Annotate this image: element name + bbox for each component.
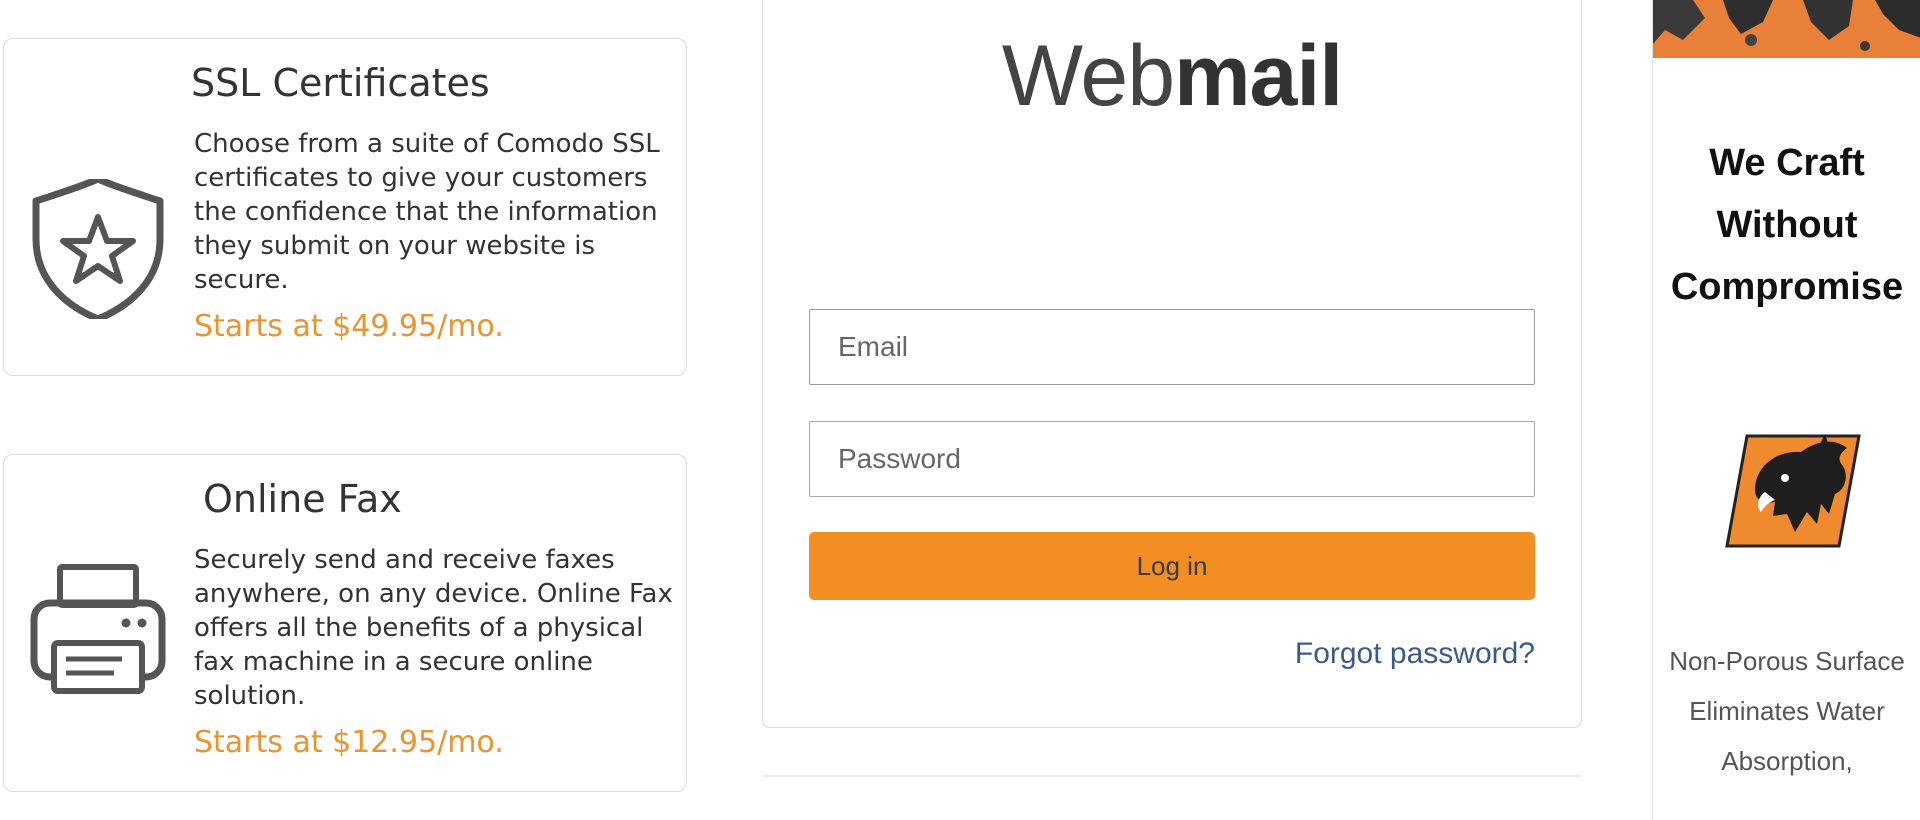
ad-banner-image	[1653, 0, 1920, 58]
login-panel: Webmail Log in Forgot password?	[762, 0, 1582, 728]
boar-icon	[1725, 434, 1861, 548]
card-title: SSL Certificates	[191, 61, 490, 105]
ad-body-text: Non-Porous Surface Eliminates Water Abso…	[1669, 646, 1905, 776]
card-price: Starts at $49.95/mo.	[194, 309, 504, 344]
forgot-password-link[interactable]: Forgot password?	[1295, 637, 1535, 671]
product-card-fax: Online Fax Securely send and receive fax…	[3, 454, 687, 792]
printer-icon	[30, 564, 166, 694]
email-field[interactable]	[809, 309, 1535, 385]
divider	[762, 775, 1582, 777]
password-field[interactable]	[809, 421, 1535, 497]
login-button[interactable]: Log in	[809, 532, 1535, 600]
advertisement[interactable]: We Craft Without Compromise Non-Porous S…	[1652, 0, 1920, 820]
webmail-title-bold: mail	[1174, 28, 1343, 124]
shield-star-icon	[32, 179, 164, 319]
webmail-title-light: Web	[1001, 28, 1175, 124]
ad-headline: We Craft Without Compromise	[1670, 142, 1904, 308]
card-price: Starts at $12.95/mo.	[194, 725, 504, 760]
card-title: Online Fax	[203, 477, 402, 521]
card-description: Choose from a suite of Comodo SSL certif…	[194, 129, 660, 295]
product-card-ssl: SSL Certificates Choose from a suite of …	[3, 38, 687, 376]
webmail-title: Webmail	[763, 27, 1581, 126]
card-description: Securely send and receive faxes anywhere…	[194, 545, 673, 711]
